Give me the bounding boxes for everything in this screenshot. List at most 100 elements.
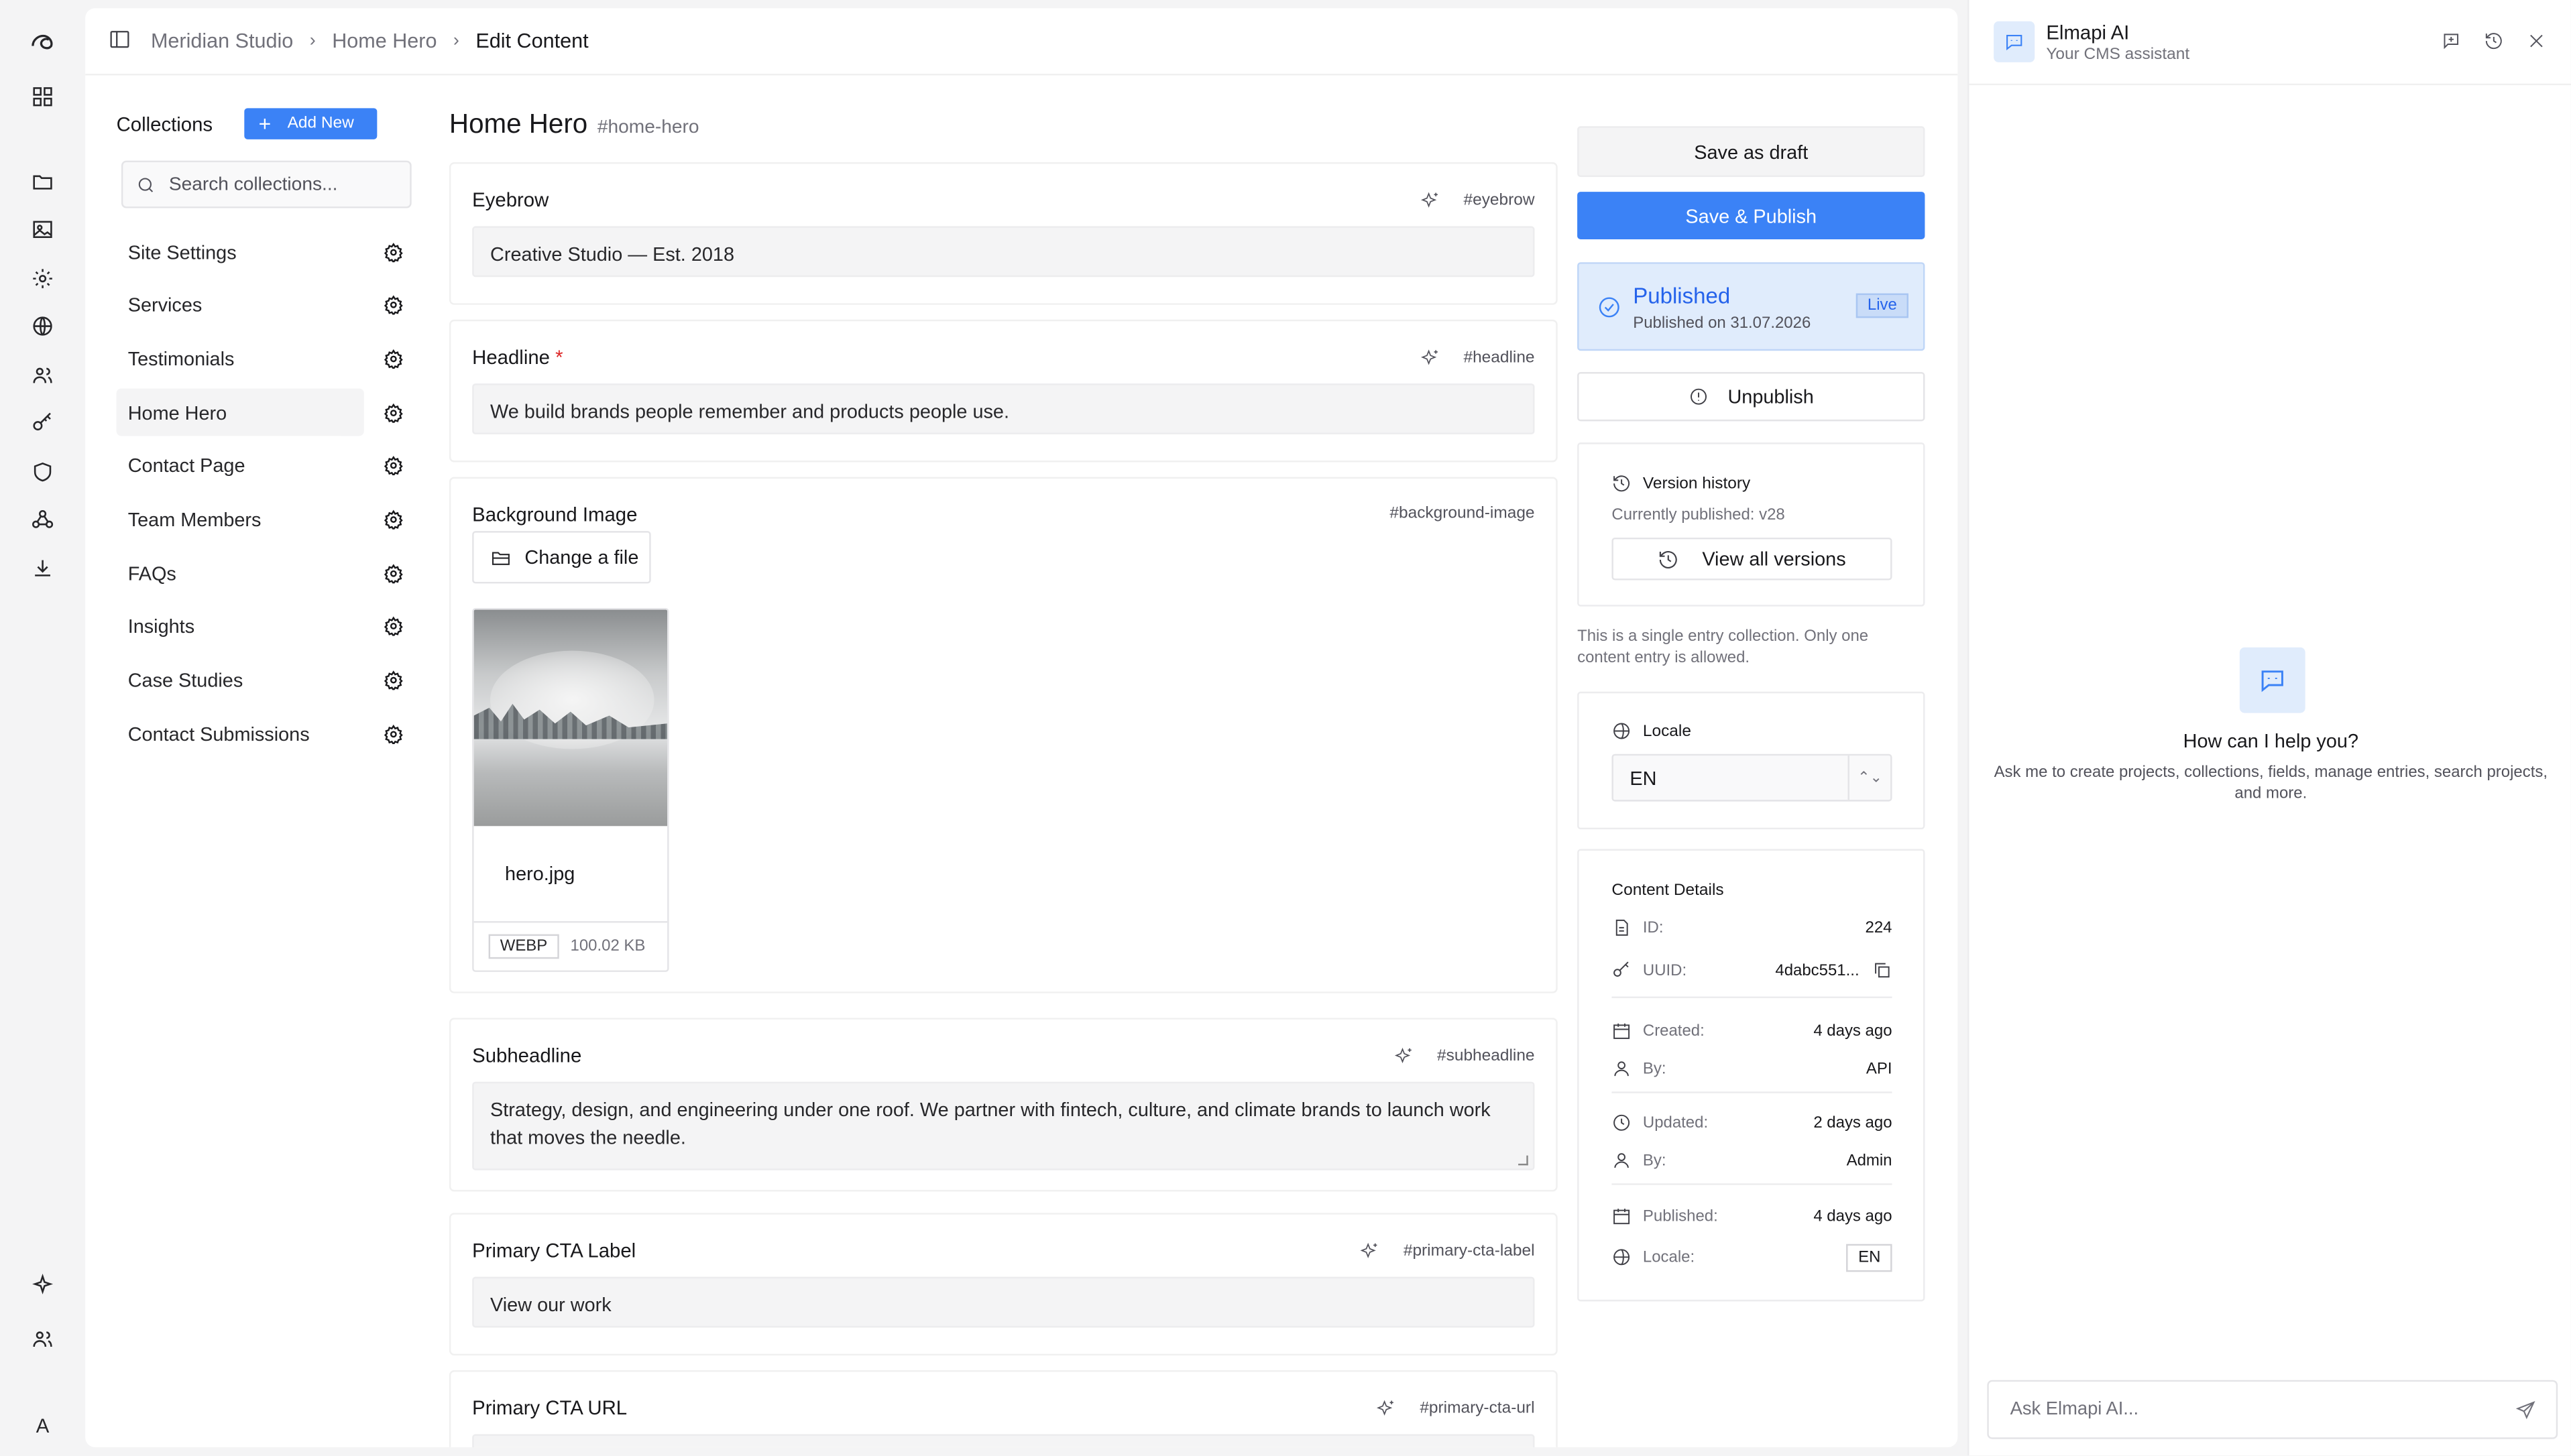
chevron-right-icon: › (453, 31, 459, 51)
field-slug-area: #subheadline (1393, 1046, 1535, 1067)
field-slug-area: #headline (1419, 347, 1535, 369)
resize-handle-icon[interactable] (1518, 1155, 1528, 1166)
collection-item[interactable]: Insights (117, 603, 420, 650)
calendar-icon (1613, 1209, 1630, 1225)
gear-icon[interactable] (384, 509, 403, 531)
collection-item-active[interactable]: Home Hero (116, 388, 403, 436)
users-icon[interactable] (28, 361, 58, 390)
collection-item[interactable]: Team Members (117, 495, 420, 543)
clock-icon (1613, 1114, 1630, 1131)
save-draft-button[interactable]: Save as draft (1577, 126, 1925, 178)
gear-icon[interactable] (384, 295, 403, 317)
subheadline-textarea[interactable]: Strategy, design, and engineering under … (472, 1081, 1535, 1170)
collection-item[interactable]: Contact Submissions (117, 710, 420, 757)
entry-title: Home Hero (449, 109, 588, 139)
gear-icon[interactable] (384, 724, 403, 745)
collection-item[interactable]: FAQs (117, 549, 420, 597)
new-chat-icon[interactable] (2442, 29, 2461, 59)
logo-icon[interactable] (28, 26, 58, 56)
unpublish-button[interactable]: Unpublish (1577, 372, 1925, 422)
cta-label-input[interactable]: View our work (472, 1276, 1535, 1328)
eyebrow-input[interactable]: Creative Studio — Est. 2018 (472, 226, 1535, 278)
search-placeholder: Search collections... (168, 174, 338, 194)
ai-toolbar (2442, 29, 2546, 59)
ai-sparkle-icon[interactable] (1393, 1046, 1414, 1067)
collection-label: Site Settings (127, 240, 237, 263)
collection-item[interactable]: Case Studies (117, 656, 420, 704)
content-details-title: Content Details (1611, 882, 1724, 900)
breadcrumb-collection[interactable]: Home Hero (332, 29, 437, 52)
field-slug-area: #primary-cta-url (1375, 1398, 1535, 1420)
field-slug: #primary-cta-label (1403, 1242, 1535, 1261)
gear-icon[interactable] (384, 349, 403, 371)
detail-key: By: (1642, 1059, 1666, 1078)
bot-icon (1994, 21, 2035, 62)
image-icon[interactable] (28, 215, 58, 244)
detail-value: Admin (1846, 1151, 1892, 1170)
ai-name: Elmapi AI (2046, 21, 2130, 45)
field-label-text: Headline (472, 345, 550, 369)
ai-sparkle-icon[interactable] (1375, 1398, 1397, 1420)
alert-circle-icon (1690, 388, 1707, 405)
gear-icon[interactable] (384, 670, 403, 692)
ai-sparkle-icon[interactable] (1419, 347, 1440, 369)
divider (1611, 1183, 1892, 1185)
subheadline-text: Strategy, design, and engineering under … (490, 1098, 1491, 1148)
headline-input[interactable]: We build brands people remember and prod… (472, 383, 1535, 434)
ai-sparkle-icon[interactable] (1419, 190, 1440, 212)
bot-icon (2239, 647, 2305, 713)
ai-sparkle-icon[interactable] (1359, 1241, 1381, 1262)
collection-item[interactable]: Services (117, 282, 420, 329)
close-icon[interactable] (2527, 29, 2546, 59)
view-all-versions-button[interactable]: View all versions (1611, 537, 1892, 581)
collection-item[interactable]: Testimonials (117, 335, 420, 383)
save-publish-button[interactable]: Save & Publish (1577, 192, 1925, 239)
locale-icon (1613, 1249, 1630, 1266)
collections-list: Site Settings Services Testimonials Home… (116, 228, 420, 764)
gear-icon[interactable] (384, 241, 403, 263)
cta-url-input[interactable] (472, 1434, 1535, 1447)
field-slug: #background-image (1389, 505, 1535, 523)
change-file-label: Change a file (524, 546, 639, 569)
detail-key: UUID: (1642, 961, 1687, 979)
gear-icon[interactable] (384, 456, 403, 477)
settings-icon[interactable] (28, 264, 58, 294)
team-icon[interactable] (28, 1325, 58, 1354)
status-badge: Live (1855, 293, 1908, 318)
locale-select[interactable]: EN ⌃⌄ (1611, 753, 1892, 802)
webhook-icon[interactable] (28, 505, 58, 534)
hero-image-thumbnail (473, 609, 668, 827)
change-file-button[interactable]: Change a file (472, 531, 651, 584)
history-icon[interactable] (2484, 29, 2503, 59)
image-preview-card[interactable]: hero.jpg WEBP 100.02 KB (472, 608, 669, 972)
collection-item[interactable]: Contact Page (117, 442, 420, 490)
globe-icon[interactable] (28, 312, 58, 341)
shield-icon[interactable] (28, 457, 58, 487)
sidebar-toggle-icon[interactable] (108, 27, 131, 55)
copy-icon[interactable] (1872, 961, 1892, 980)
download-icon[interactable] (28, 554, 58, 583)
ai-chat-input[interactable]: Ask Elmapi AI... (1987, 1380, 2558, 1439)
field-headline: Headline * #headline We build brands peo… (449, 319, 1558, 463)
gear-icon[interactable] (384, 617, 403, 638)
status-title: Published (1633, 283, 1731, 308)
send-icon[interactable] (2515, 1400, 2537, 1421)
chevron-right-icon: › (309, 31, 316, 51)
current-version: Currently published: v28 (1611, 506, 1785, 525)
breadcrumb-project[interactable]: Meridian Studio (151, 29, 293, 52)
user-avatar[interactable]: A (23, 1406, 62, 1446)
gear-icon[interactable] (384, 563, 403, 585)
required-marker: * (555, 345, 563, 369)
dashboard-icon[interactable] (28, 82, 58, 111)
divider (1611, 1091, 1892, 1093)
field-label: Subheadline (472, 1044, 582, 1067)
detail-value: 2 days ago (1813, 1113, 1892, 1132)
folder-icon[interactable] (28, 167, 58, 196)
search-input[interactable]: Search collections... (121, 160, 412, 208)
sparkle-icon[interactable] (28, 1270, 58, 1300)
key-icon[interactable] (28, 408, 58, 438)
detail-id: ID: 224 (1611, 916, 1892, 939)
add-new-button[interactable]: + Add New (243, 108, 377, 139)
gear-icon[interactable] (384, 402, 403, 424)
collection-item[interactable]: Site Settings (117, 228, 420, 276)
